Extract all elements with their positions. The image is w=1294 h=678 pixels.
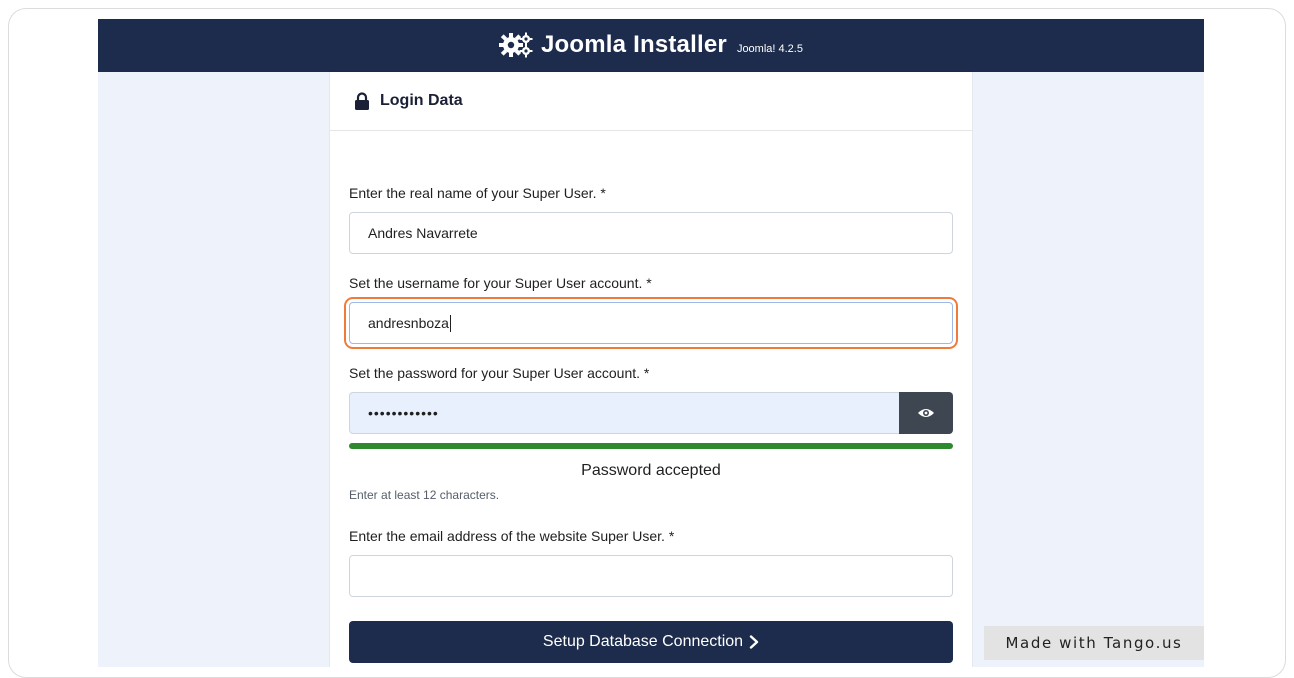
- tango-watermark: Made with Tango.us: [984, 626, 1204, 660]
- top-header: Joomla Installer Joomla! 4.2.5: [98, 19, 1204, 72]
- real-name-label: Enter the real name of your Super User. …: [349, 185, 606, 201]
- password-input[interactable]: ••••••••••••: [349, 392, 899, 434]
- app-title: Joomla Installer: [541, 30, 727, 58]
- password-status: Password accepted: [581, 462, 721, 479]
- installer-app: Joomla Installer Joomla! 4.2.5 Login Dat…: [98, 19, 1204, 667]
- email-label: Enter the email address of the website S…: [349, 528, 675, 544]
- real-name-input[interactable]: Andres Navarrete: [349, 212, 953, 254]
- username-label: Set the username for your Super User acc…: [349, 275, 652, 291]
- chevron-right-icon: [749, 635, 759, 649]
- lock-icon: [355, 92, 369, 110]
- brand: Joomla Installer Joomla! 4.2.5: [499, 31, 803, 59]
- setup-database-label: Setup Database Connection: [542, 633, 744, 650]
- setup-database-button[interactable]: Setup Database Connection: [349, 621, 953, 663]
- username-input[interactable]: andresnboza: [349, 302, 953, 344]
- username-value: andresnboza: [368, 315, 449, 331]
- password-value: ••••••••••••: [368, 405, 439, 421]
- login-data-card: Login Data Enter the real name of your S…: [330, 72, 972, 667]
- real-name-value: Andres Navarrete: [368, 225, 478, 241]
- password-label: Set the password for your Super User acc…: [349, 365, 650, 381]
- show-password-button[interactable]: [899, 392, 953, 434]
- email-input[interactable]: [349, 555, 953, 597]
- text-caret: [449, 314, 451, 332]
- password-hint: Enter at least 12 characters.: [349, 488, 500, 502]
- app-version: Joomla! 4.2.5: [736, 42, 803, 55]
- password-group: ••••••••••••: [349, 392, 953, 434]
- card-title: Login Data: [380, 92, 463, 109]
- password-strength-meter: [349, 443, 953, 449]
- gears-icon: [499, 32, 533, 57]
- eye-icon: [918, 409, 934, 417]
- card-header: Login Data: [330, 72, 972, 131]
